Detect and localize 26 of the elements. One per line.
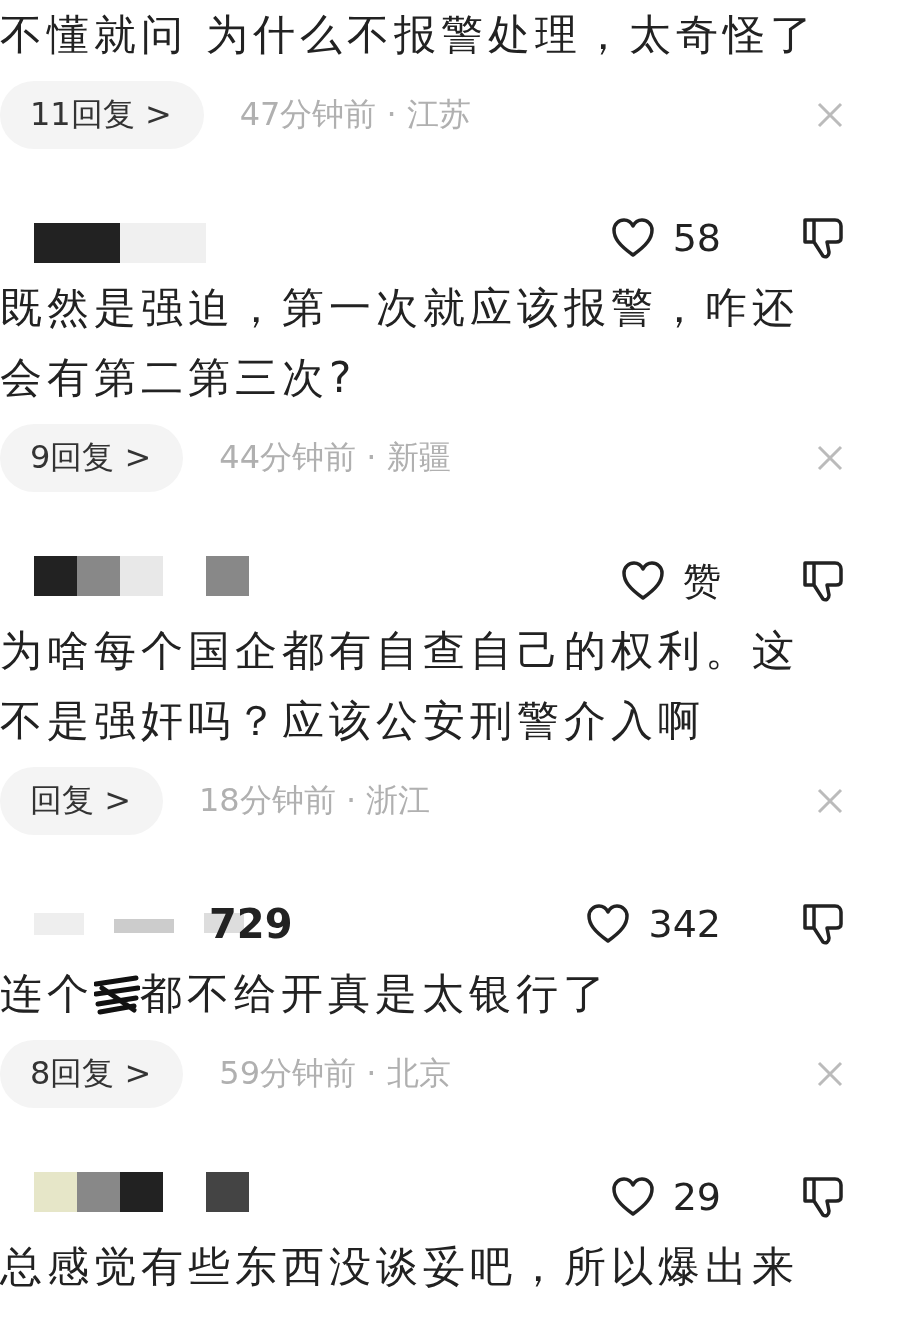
comment-text: 连个 都不给开真是太银行了 bbox=[0, 967, 611, 1020]
like-count: 58 bbox=[672, 216, 721, 260]
replies-button[interactable]: 9回复 > bbox=[0, 424, 184, 492]
heart-icon[interactable] bbox=[621, 560, 665, 602]
time-location: 18分钟前 · 浙江 bbox=[199, 780, 432, 821]
like-count: 29 bbox=[672, 1175, 721, 1219]
heart-icon[interactable] bbox=[610, 1176, 655, 1218]
thumbs-down-icon[interactable] bbox=[801, 559, 845, 603]
like-count: 342 bbox=[648, 902, 721, 946]
heart-icon[interactable] bbox=[610, 217, 655, 259]
comment-text: 总感觉有些东西没谈妥吧，所以爆出来 bbox=[0, 1241, 800, 1293]
replies-button[interactable]: 回复 > bbox=[0, 767, 163, 835]
time-location: 44分钟前 · 新疆 bbox=[219, 437, 452, 478]
thumbs-down-icon[interactable] bbox=[801, 216, 845, 260]
time-location: 47分钟前 · 江苏 bbox=[239, 94, 472, 135]
comment-text: 既然是强迫，第一次就应该报警，咋还会有第二第三次? bbox=[0, 282, 800, 404]
replies-button[interactable]: 8回复 > bbox=[0, 1040, 184, 1108]
thumbs-down-icon[interactable] bbox=[801, 902, 845, 946]
replies-button[interactable]: 11回复 > bbox=[0, 81, 204, 149]
time-location: 59分钟前 · 北京 bbox=[219, 1053, 452, 1094]
heart-icon[interactable] bbox=[586, 903, 631, 945]
comment-text: 不懂就问 为什么不报警处理，太奇怪了 bbox=[0, 9, 819, 61]
like-count: 赞 bbox=[683, 557, 721, 605]
thumbs-down-icon[interactable] bbox=[801, 1175, 845, 1219]
comment-text: 为啥每个国企都有自查自己的权利。这不是强奸吗？应该公安刑警介入啊 bbox=[0, 625, 800, 747]
username: 729 bbox=[209, 901, 293, 947]
